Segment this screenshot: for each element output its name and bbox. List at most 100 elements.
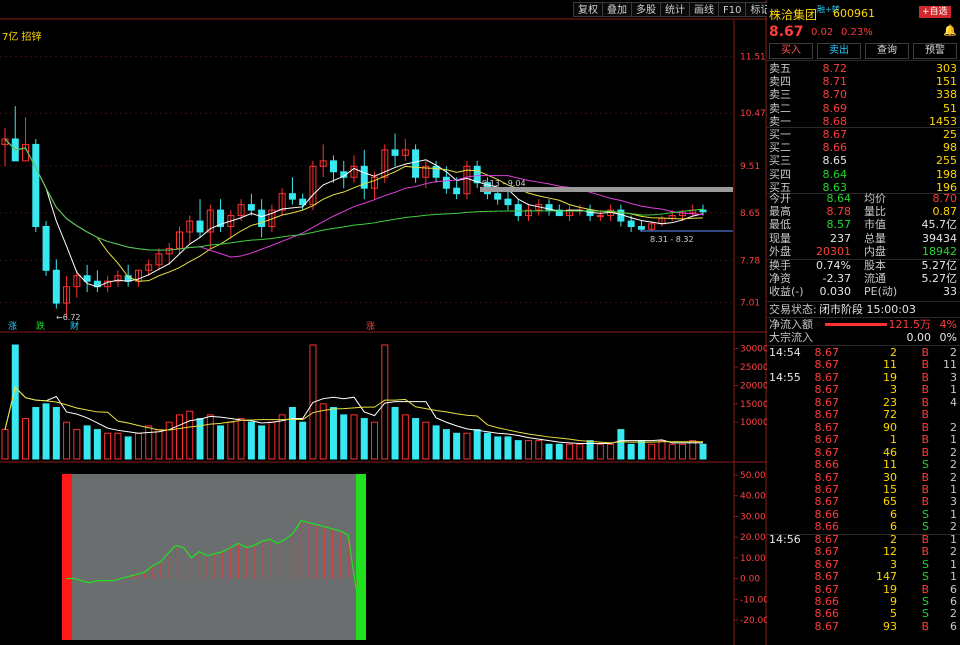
stat-value: 20301: [816, 244, 851, 258]
stat-value: 0.030: [819, 285, 852, 299]
low-annotation: ←6.72: [56, 313, 81, 322]
volume-bar: [83, 425, 91, 460]
stat-row: 今开 8.64 均价 8.70: [767, 192, 959, 206]
tick-side: B: [921, 619, 929, 633]
bid-label: 买二: [769, 141, 791, 155]
candle-body: [504, 198, 512, 206]
toolbar-button-3[interactable]: 统计: [660, 2, 690, 17]
ask-price: 8.71: [822, 75, 848, 89]
range-annotation: 8.31 - 8.32: [650, 235, 694, 244]
price-tick: 7.78: [740, 256, 760, 266]
query-button[interactable]: 查询: [865, 43, 909, 59]
price-tick: 10.47: [740, 109, 766, 119]
volume-bar: [494, 436, 502, 460]
event-marker: 跌: [36, 321, 45, 332]
stat-value: -2.37: [822, 272, 851, 286]
candle-body: [453, 187, 461, 195]
ask-row: 卖三 8.70 338: [767, 88, 959, 102]
flow-pct: 4%: [939, 318, 957, 331]
candle-body: [442, 176, 450, 189]
stat-label: 换手: [769, 259, 791, 272]
alert-button[interactable]: 预警: [913, 43, 957, 59]
stat-label: 市值: [864, 218, 886, 232]
candle-body: [699, 209, 707, 213]
add-watchlist-button[interactable]: +自选: [919, 6, 951, 18]
event-marker: 财: [70, 320, 79, 332]
price-tick: 8.65: [740, 209, 760, 219]
bid-volume: 198: [936, 167, 957, 181]
ask-volume: 151: [936, 75, 957, 89]
toolbar-button-4[interactable]: 画线: [689, 2, 719, 17]
ask-label: 卖二: [769, 101, 791, 115]
buy-button[interactable]: 买入: [769, 43, 813, 59]
stat-value: 0.74%: [816, 259, 851, 272]
range-annotation: 9.13 - 9.04: [482, 179, 526, 188]
toolbar-button-2[interactable]: 多股: [631, 2, 661, 17]
toolbar-button-5[interactable]: F10: [718, 2, 747, 17]
indicator-tick: 20.00: [740, 533, 766, 543]
candle-body: [42, 226, 50, 271]
stat-label: 流通: [864, 272, 886, 286]
sell-button[interactable]: 卖出: [817, 43, 861, 59]
indicator-tick: 30.00: [740, 512, 766, 522]
volume-bar: [514, 440, 522, 460]
volume-tick: 30000: [740, 345, 767, 355]
indicator-tick: -20.00: [740, 616, 767, 626]
flow-value: 121.5万: [888, 318, 932, 331]
stat-label: 均价: [864, 192, 886, 205]
stat-value: 45.7亿: [921, 218, 958, 232]
quote-code: 600961: [833, 7, 875, 20]
volume-bar: [637, 440, 645, 460]
volume-bar: [196, 418, 204, 460]
ask-row: 卖五 8.72 303: [767, 62, 959, 76]
indicator-tick: -10.00: [740, 595, 767, 605]
candle-body: [258, 209, 266, 228]
event-marker: 涨: [366, 321, 375, 332]
bid-price: 8.67: [822, 128, 848, 141]
bell-icon[interactable]: 🔔: [943, 24, 957, 37]
stat-label: 内盘: [864, 244, 886, 258]
volume-tick: 10000: [740, 418, 767, 428]
bid-price: 8.65: [822, 154, 848, 168]
kline-chart[interactable]: 11.51 10.47 9.51 8.65 7.78 7.01 30000 25000 2000…: [0, 0, 767, 645]
quote-panel: 株洽集团 融+转 600961 +自选 🔔 8.67 0.02 0.23% 买入…: [767, 0, 960, 645]
toolbar-button-1[interactable]: 叠加: [602, 2, 632, 17]
stat-row: 现量 237 总量 39434: [767, 232, 959, 246]
toolbar-button-0[interactable]: 复权: [573, 2, 603, 17]
volume-bar: [483, 432, 491, 460]
volume-bar: [299, 421, 307, 460]
volume-bar: [699, 443, 707, 460]
volume-bar: [545, 443, 553, 460]
volume-bar: [627, 443, 635, 460]
stat-value: 8.57: [826, 218, 852, 232]
indicator-tick: 10.00: [740, 554, 766, 564]
divider: [767, 60, 960, 61]
volume-bar: [473, 429, 481, 460]
bid-volume: 255: [936, 154, 957, 168]
stat-value: 5.27亿: [921, 259, 958, 272]
volume-bar: [217, 425, 225, 460]
stat-value: 33: [943, 285, 957, 299]
price-change: 0.02: [811, 27, 834, 38]
candle-body: [637, 226, 645, 230]
stat2-row: 收益(-) 0.030 PE(动) 33: [767, 285, 959, 299]
bid-label: 买三: [769, 154, 791, 168]
status-value: 闭市阶段 15:00:03: [819, 303, 916, 316]
candle-body: [494, 193, 502, 200]
price-tick: 11.51: [740, 52, 766, 62]
candle-body: [391, 149, 399, 156]
volume-bar: [93, 429, 101, 460]
bid-row: 买四 8.64 198: [767, 168, 959, 182]
price-change-pct: 0.23%: [841, 27, 873, 38]
volume-bar: [555, 443, 563, 460]
quote-name: 株洽集团: [769, 8, 818, 22]
status-label: 交易状态:: [769, 303, 817, 316]
volume-bar: [391, 407, 399, 460]
stat-label: 收益(-): [769, 285, 804, 299]
stat-row: 外盘 20301 内盘 18942: [767, 245, 959, 259]
bid-row: 买一 8.67 25: [767, 128, 959, 142]
indicator-tick: 0.00: [740, 575, 760, 585]
tick-volume: 93: [883, 619, 897, 633]
candle-body: [247, 204, 255, 211]
candle-body: [514, 204, 522, 217]
